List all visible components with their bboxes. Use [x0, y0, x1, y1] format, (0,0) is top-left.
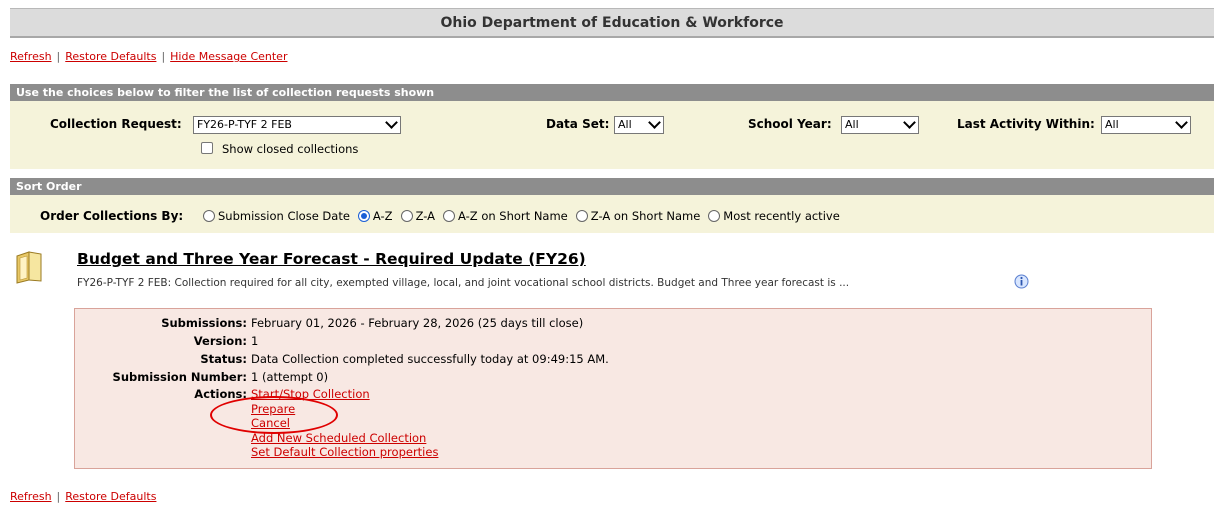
chevron-down-icon: [1175, 116, 1188, 129]
chevron-down-icon: [903, 116, 916, 129]
version-value: 1: [251, 334, 259, 348]
version-row: Version: 1: [193, 334, 259, 348]
submissions-row: Submissions: February 01, 2026 - February…: [161, 316, 584, 330]
collection-request-value: FY26-P-TYF 2 FEB: [197, 118, 292, 131]
submissions-value: February 01, 2026 - February 28, 2026 (2…: [251, 316, 584, 330]
collection-request-label: Collection Request:: [50, 117, 182, 131]
info-icon[interactable]: [1014, 274, 1029, 289]
collection-title-link[interactable]: Budget and Three Year Forecast - Require…: [77, 250, 586, 268]
radio-button[interactable]: [203, 210, 215, 222]
filter-panel: Collection Request: FY26-P-TYF 2 FEB Dat…: [10, 101, 1214, 169]
restore-defaults-link[interactable]: Restore Defaults: [65, 50, 156, 63]
sort-option-z-a-on-short-name[interactable]: Z-A on Short Name: [575, 209, 700, 223]
show-closed-label: Show closed collections: [222, 142, 359, 156]
restore-defaults-link-bottom[interactable]: Restore Defaults: [65, 490, 156, 503]
sort-option-submission-close-date[interactable]: Submission Close Date: [203, 209, 350, 223]
refresh-link[interactable]: Refresh: [10, 50, 52, 63]
banner-title: Ohio Department of Education & Workforce: [440, 15, 784, 31]
sort-panel: Order Collections By: Submission Close D…: [10, 195, 1214, 233]
hide-message-center-link[interactable]: Hide Message Center: [170, 50, 287, 63]
sort-header: Sort Order: [10, 178, 1214, 195]
collection-detail-box: Submissions: February 01, 2026 - February…: [74, 308, 1152, 469]
prepare-link[interactable]: Prepare: [251, 402, 438, 417]
bottom-links: Refresh | Restore Defaults: [10, 490, 157, 503]
radio-button[interactable]: [357, 210, 370, 222]
chevron-down-icon: [648, 116, 661, 129]
start-stop-collection-link[interactable]: Start/Stop Collection: [251, 387, 438, 402]
sort-option-a-z-on-short-name[interactable]: A-Z on Short Name: [443, 209, 568, 223]
radio-button[interactable]: [400, 210, 413, 222]
sort-options: Submission Close Date A-Z Z-A A-Z on Short …: [203, 209, 848, 223]
submission-number-value: 1 (attempt 0): [251, 370, 329, 384]
sort-option-most-recently-active[interactable]: Most recently active: [708, 209, 840, 223]
data-set-value: All: [618, 118, 632, 131]
collection-request-select[interactable]: FY26-P-TYF 2 FEB: [193, 116, 401, 134]
refresh-link-bottom[interactable]: Refresh: [10, 490, 52, 503]
last-activity-select[interactable]: All: [1101, 116, 1191, 134]
last-activity-label: Last Activity Within:: [957, 117, 1095, 131]
chevron-down-icon: [385, 116, 398, 129]
radio-button[interactable]: [708, 210, 721, 222]
school-year-value: All: [845, 118, 859, 131]
page-banner: Ohio Department of Education & Workforce: [10, 8, 1214, 38]
actions-list: Start/Stop Collection Prepare Cancel Add…: [251, 387, 438, 460]
folder-icon: [16, 251, 42, 284]
status-value: Data Collection completed successfully t…: [251, 352, 609, 366]
last-activity-value: All: [1105, 118, 1119, 131]
status-row: Status: Data Collection completed success…: [200, 352, 609, 366]
add-new-scheduled-collection-link[interactable]: Add New Scheduled Collection: [251, 431, 438, 446]
actions-row: Actions:: [194, 387, 247, 401]
sort-option-a-z[interactable]: A-Z: [357, 209, 393, 223]
order-by-label: Order Collections By:: [40, 209, 184, 223]
submission-number-row: Submission Number: 1 (attempt 0): [112, 370, 329, 384]
sort-option-z-a[interactable]: Z-A: [400, 209, 435, 223]
data-set-select[interactable]: All: [614, 116, 664, 134]
top-links: Refresh | Restore Defaults | Hide Message Ce…: [10, 50, 288, 63]
collection-description: FY26-P-TYF 2 FEB: Collection required fo…: [77, 277, 850, 289]
cancel-link[interactable]: Cancel: [251, 416, 438, 431]
school-year-label: School Year:: [748, 117, 832, 131]
radio-button[interactable]: [575, 210, 588, 222]
filter-header: Use the choices below to filter the list…: [10, 84, 1214, 101]
show-closed-checkbox[interactable]: [201, 142, 213, 154]
school-year-select[interactable]: All: [841, 116, 919, 134]
radio-button[interactable]: [443, 210, 456, 222]
set-default-collection-properties-link[interactable]: Set Default Collection properties: [251, 445, 438, 460]
data-set-label: Data Set:: [546, 117, 610, 131]
